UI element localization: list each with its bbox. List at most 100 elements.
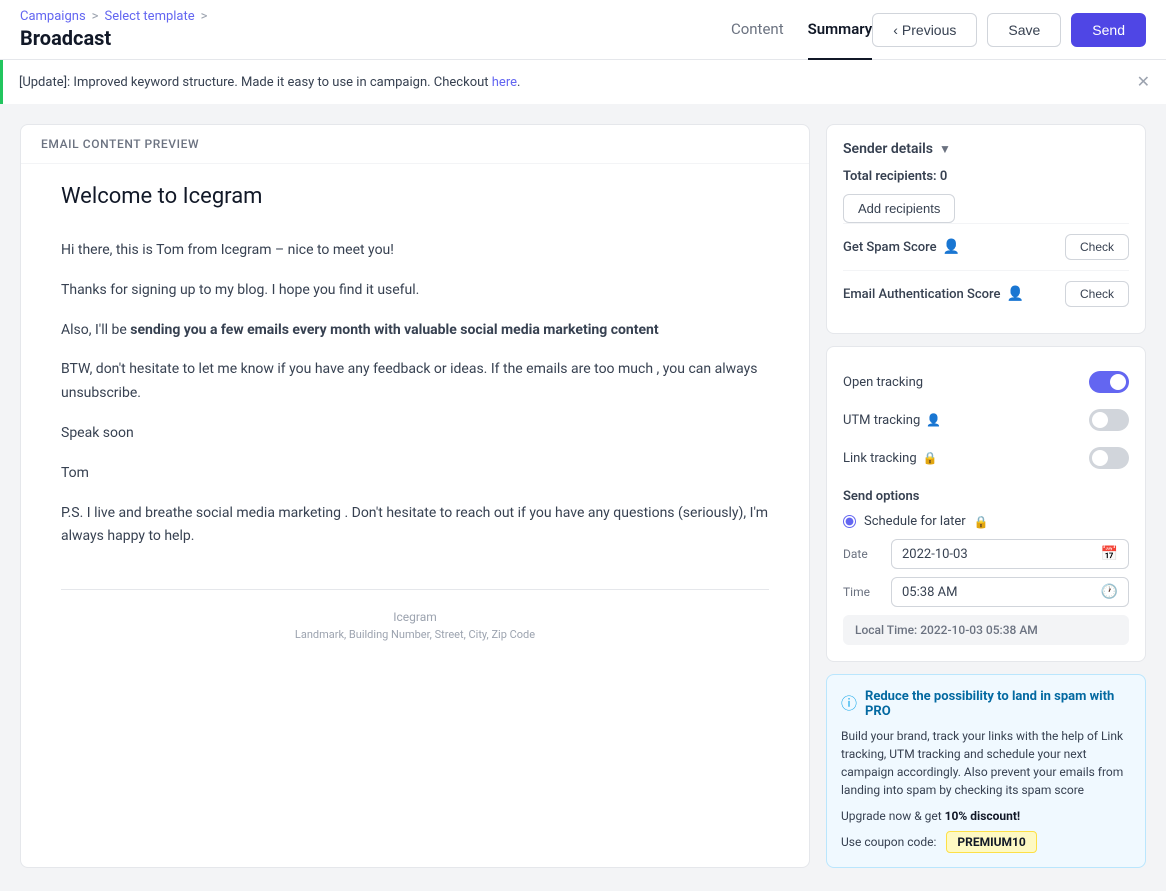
breadcrumb: Campaigns > Select template > — [20, 9, 731, 24]
send-options-label: Send options — [843, 489, 1129, 504]
coupon-label: Use coupon code: — [841, 835, 936, 849]
header-left: Campaigns > Select template > Broadcast — [20, 9, 731, 50]
email-para-5: Speak soon — [61, 422, 769, 446]
local-time-label: Local Time: — [855, 623, 917, 637]
date-label: Date — [843, 547, 883, 561]
breadcrumb-sep2: > — [201, 9, 208, 24]
email-para-3: Also, I'll be sending you a few emails e… — [61, 319, 769, 343]
pro-upsell-body: Build your brand, track your links with … — [841, 727, 1131, 799]
header-actions: ‹ Previous Save Send — [872, 13, 1146, 47]
open-tracking-row: Open tracking — [843, 363, 1129, 401]
auth-score-check-button[interactable]: Check — [1065, 281, 1129, 307]
spam-score-label: Get Spam Score 👤 — [843, 239, 960, 255]
email-footer-address: Landmark, Building Number, Street, City,… — [61, 628, 769, 641]
total-recipients-count: 0 — [940, 169, 947, 184]
chevron-left-icon: ‹ — [893, 22, 898, 38]
auth-score-icon: 👤 — [1006, 286, 1023, 302]
total-recipients: Total recipients: 0 — [843, 169, 1129, 184]
breadcrumb-campaigns[interactable]: Campaigns — [20, 9, 86, 24]
schedule-label: Schedule for later — [864, 514, 966, 529]
time-label: Time — [843, 585, 883, 599]
email-para-6: Tom — [61, 462, 769, 486]
header: Campaigns > Select template > Broadcast … — [0, 0, 1166, 60]
email-body: Hi there, this is Tom from Icegram – nic… — [61, 239, 769, 549]
open-tracking-label: Open tracking — [843, 375, 923, 390]
upgrade-text: Upgrade now & get — [841, 809, 942, 823]
link-tracking-toggle[interactable] — [1089, 447, 1129, 469]
sender-details-section: Sender details ▼ Total recipients: 0 Add… — [826, 124, 1146, 334]
local-time-row: Local Time: 2022-10-03 05:38 AM — [843, 615, 1129, 645]
breadcrumb-select-template[interactable]: Select template — [104, 9, 194, 24]
sidebar-panel: Sender details ▼ Total recipients: 0 Add… — [826, 124, 1146, 868]
utm-tracking-row: UTM tracking 👤 — [843, 401, 1129, 439]
add-recipients-button[interactable]: Add recipients — [843, 194, 955, 223]
notification-prefix: [Update]: Improved keyword structure. Ma… — [19, 75, 489, 90]
sender-details-label: Sender details — [843, 141, 933, 157]
email-preview-label: Email Content Preview — [21, 125, 809, 164]
email-para-7: P.S. I live and breathe social media mar… — [61, 502, 769, 550]
total-recipients-label: Total recipients: — [843, 169, 937, 184]
tab-summary[interactable]: Summary — [808, 0, 873, 60]
link-tracking-text: Link tracking — [843, 451, 917, 466]
spam-score-icon: 👤 — [943, 239, 960, 255]
pro-upsell-section: ⓘ Reduce the possibility to land in spam… — [826, 674, 1146, 868]
notification-bar: [Update]: Improved keyword structure. Ma… — [0, 60, 1166, 104]
email-footer-company: Icegram — [61, 610, 769, 624]
pro-upsell-upgrade: Upgrade now & get 10% discount! — [841, 809, 1131, 823]
save-button[interactable]: Save — [987, 13, 1061, 47]
time-value: 05:38 AM — [902, 585, 957, 600]
link-lock-icon: 🔒 — [923, 451, 938, 465]
notification-text: [Update]: Improved keyword structure. Ma… — [19, 75, 520, 90]
auth-score-text: Email Authentication Score — [843, 287, 1000, 302]
date-row: Date 2022-10-03 📅 — [843, 539, 1129, 569]
discount-text: 10% discount! — [945, 809, 1021, 823]
schedule-option[interactable]: Schedule for later 🔒 — [843, 514, 1129, 529]
date-input[interactable]: 2022-10-03 📅 — [891, 539, 1129, 569]
date-value: 2022-10-03 — [902, 547, 968, 562]
email-footer: Icegram Landmark, Building Number, Stree… — [61, 589, 769, 641]
clock-icon: 🕐 — [1101, 584, 1118, 600]
utm-tracking-label: UTM tracking 👤 — [843, 413, 941, 428]
notification-close-button[interactable]: ✕ — [1137, 72, 1150, 92]
spam-score-text: Get Spam Score — [843, 240, 937, 255]
info-icon: ⓘ — [841, 690, 857, 714]
time-row: Time 05:38 AM 🕐 — [843, 577, 1129, 607]
pro-upsell-title: Reduce the possibility to land in spam w… — [865, 689, 1131, 719]
utm-tracking-text: UTM tracking — [843, 413, 920, 428]
link-tracking-label: Link tracking 🔒 — [843, 451, 938, 466]
main-content: Email Content Preview Welcome to Icegram… — [0, 104, 1166, 888]
coupon-row: Use coupon code: PREMIUM10 — [841, 831, 1131, 853]
coupon-code: PREMIUM10 — [946, 831, 1036, 853]
pro-upsell-header: ⓘ Reduce the possibility to land in spam… — [841, 689, 1131, 719]
sender-details-header[interactable]: Sender details ▼ — [843, 141, 1129, 157]
page-title: Broadcast — [20, 26, 731, 50]
spam-score-row: Get Spam Score 👤 Check — [843, 223, 1129, 270]
email-content: Welcome to Icegram Hi there, this is Tom… — [21, 164, 809, 681]
previous-button[interactable]: ‹ Previous — [872, 13, 977, 47]
tracking-section: Open tracking UTM tracking 👤 — [826, 346, 1146, 662]
previous-label: Previous — [902, 22, 956, 38]
chevron-down-icon: ▼ — [939, 142, 951, 156]
header-tabs: Content Summary — [731, 0, 872, 60]
email-preview-panel: Email Content Preview Welcome to Icegram… — [20, 124, 810, 868]
tab-content[interactable]: Content — [731, 0, 784, 60]
breadcrumb-sep1: > — [92, 9, 99, 24]
email-para-1: Hi there, this is Tom from Icegram – nic… — [61, 239, 769, 263]
auth-score-row: Email Authentication Score 👤 Check — [843, 270, 1129, 317]
link-tracking-row: Link tracking 🔒 — [843, 439, 1129, 477]
email-para-4: BTW, don't hesitate to let me know if yo… — [61, 358, 769, 406]
open-tracking-text: Open tracking — [843, 375, 923, 390]
email-preview-scroll[interactable]: Welcome to Icegram Hi there, this is Tom… — [21, 164, 809, 867]
auth-score-label: Email Authentication Score 👤 — [843, 286, 1024, 302]
open-tracking-toggle[interactable] — [1089, 371, 1129, 393]
notification-link[interactable]: here — [492, 75, 517, 90]
email-para-2: Thanks for signing up to my blog. I hope… — [61, 279, 769, 303]
schedule-radio[interactable] — [843, 515, 856, 528]
time-input[interactable]: 05:38 AM 🕐 — [891, 577, 1129, 607]
calendar-icon: 📅 — [1101, 546, 1118, 562]
send-options: Send options Schedule for later 🔒 Date 2… — [843, 489, 1129, 645]
send-button[interactable]: Send — [1071, 13, 1146, 47]
utm-tracking-toggle[interactable] — [1089, 409, 1129, 431]
spam-score-check-button[interactable]: Check — [1065, 234, 1129, 260]
email-subject: Welcome to Icegram — [61, 184, 769, 209]
